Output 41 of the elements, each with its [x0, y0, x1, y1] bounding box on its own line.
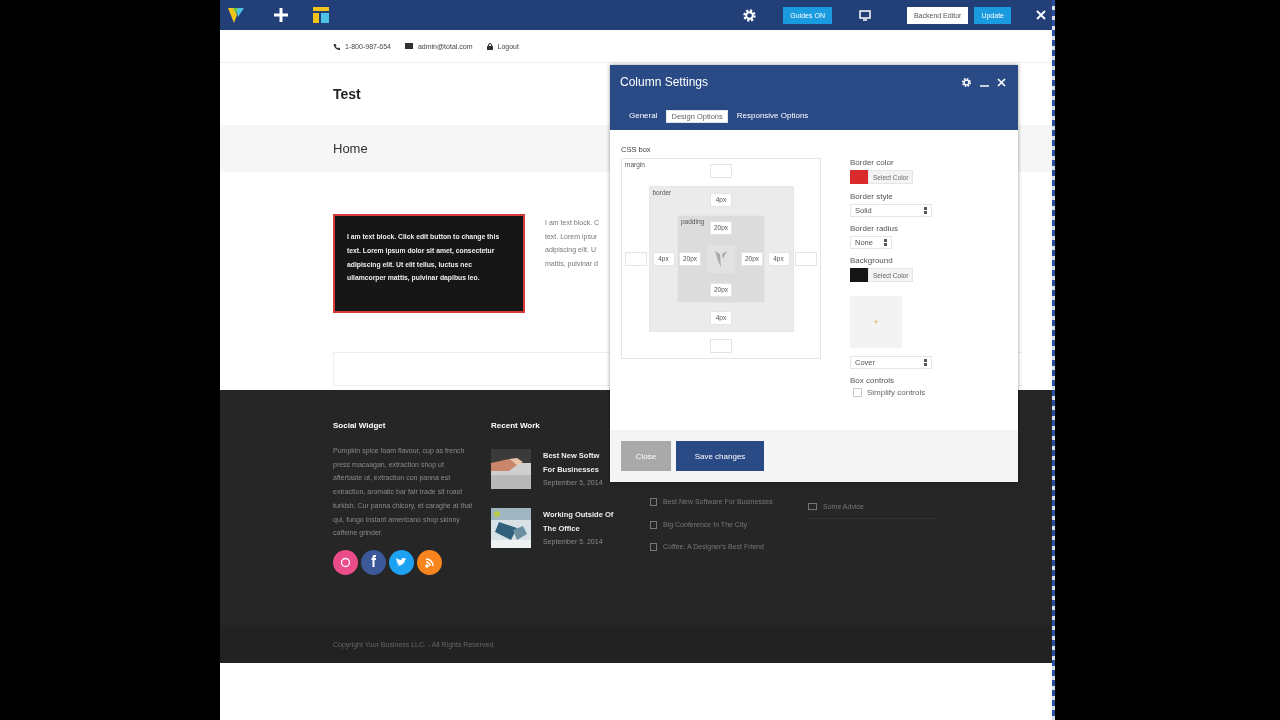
layout-icon[interactable]: [313, 7, 329, 23]
dribbble-icon[interactable]: [333, 549, 358, 575]
widget-title: Social Widget: [333, 421, 387, 430]
color-swatch[interactable]: [850, 268, 868, 282]
checkbox[interactable]: [853, 388, 862, 397]
document-icon: [650, 498, 657, 506]
folder-icon: [808, 503, 817, 510]
field-label: Background: [850, 256, 894, 265]
close-icon[interactable]: [1036, 10, 1046, 20]
settings-icon[interactable]: [742, 7, 758, 23]
field-label: Box controls: [850, 376, 896, 385]
monitor-icon[interactable]: [858, 9, 871, 21]
tab[interactable]: General: [620, 100, 667, 130]
lock-icon: [486, 42, 493, 50]
add-icon[interactable]: [274, 8, 288, 22]
tab[interactable]: Responsive Options: [727, 100, 818, 130]
document-icon: [650, 520, 657, 529]
facebook-icon[interactable]: [361, 549, 386, 575]
phone-icon: [333, 42, 340, 50]
twitter-icon[interactable]: [389, 549, 414, 575]
settings-icon[interactable]: [961, 76, 972, 88]
input-field[interactable]: [710, 339, 732, 353]
rss-icon[interactable]: [417, 549, 442, 575]
logo-icon[interactable]: [227, 6, 245, 24]
color-swatch[interactable]: [850, 170, 868, 184]
widget-title: Recent Work: [491, 421, 541, 430]
field-label: Border color: [850, 158, 895, 167]
save-button[interactable]: Save changes: [676, 441, 764, 471]
input-field[interactable]: [795, 251, 817, 266]
input-field[interactable]: [710, 164, 732, 178]
input-field[interactable]: [625, 251, 647, 266]
field-label: Border radius: [850, 224, 900, 233]
checkbox-label: Simplify controls: [867, 388, 926, 397]
dialog-title: Column Settings: [620, 75, 710, 89]
close-icon[interactable]: [997, 77, 1006, 87]
logo-icon: [707, 244, 735, 273]
envelope-icon: [404, 43, 413, 49]
page-title: Home: [333, 141, 368, 156]
site-title[interactable]: Test: [333, 86, 361, 102]
field-label: Border style: [850, 192, 894, 201]
document-icon: [650, 543, 657, 551]
